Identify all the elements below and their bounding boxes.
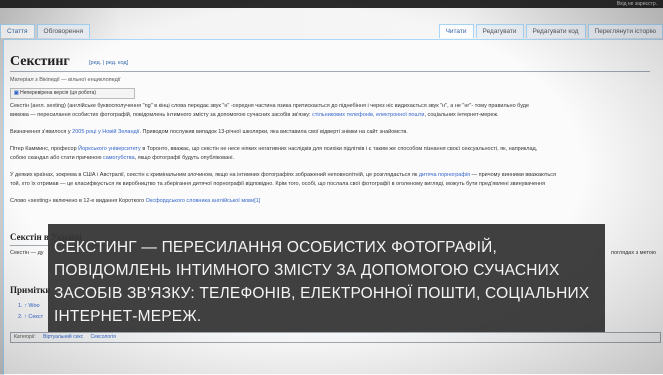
link-oxford-dictionary[interactable]: Оксфордського словника англійської мови [146,198,255,204]
cummins-line-1: Пітер Камминс, професор Йоркського уніве… [10,145,663,154]
page-title: Секстинг [10,54,70,69]
personal-toolbar: Вхід не зареєстр. [0,0,663,8]
origin-text-b: . Приводом послужив випадок 13-річної шк… [139,129,408,135]
site-subtitle: Матеріал з Вікіпедії — вільної енциклопе… [10,77,121,83]
tab-edit-source[interactable]: Редагувати код [525,24,586,38]
tab-edit[interactable]: Редагувати [475,24,524,38]
tab-history[interactable]: Переглянути історію [587,24,663,38]
categories-label: Категорії: [14,334,36,340]
legal-text: У деяких країнах, зокрема в США і Австра… [10,172,419,178]
category-link-virtual-sex[interactable]: Віртуальний секс [43,334,83,340]
legal-line-1: У деяких країнах, зокрема в США і Австра… [10,171,663,180]
link-suicide[interactable]: самогубства [103,155,135,161]
view-tabs: Читати Редагувати Редагувати код Перегля… [437,24,663,38]
title-divider [10,71,650,72]
origin-text: Визначення з'явилося у [10,129,73,135]
link-york-university[interactable]: Йоркського університету [78,146,141,152]
link-2005-nz[interactable]: 2005 році у Новій Зеландії [72,129,139,135]
intro-text-b: — пересилання особистих фотографій, пові… [30,111,313,118]
paragraph-intro: Секстін (англ. sexting) (англійське букв… [10,102,663,119]
legal-text-b: — причому винними вважаються [470,172,557,178]
tab-article[interactable]: Стаття [0,24,35,38]
tab-discussion[interactable]: Обговорення [36,24,91,38]
intro-line-2: вимова — пересилання особистих фотографі… [10,111,663,120]
intro-line-1: Секстін (англ. sexting) (англійське букв… [10,103,530,109]
login-link[interactable]: Вхід не зареєстр. [617,0,657,8]
ukraine-text-b: — ду [30,250,44,256]
section-heading-notes: Примітки [10,285,51,295]
cummins-text-b: в Торонто, вважає, що секстін не несе ні… [140,146,538,152]
ukraine-text-right: поглядах з метою [610,250,656,256]
intro-text: вимова [10,111,31,118]
tab-read[interactable]: Читати [438,24,474,38]
note-item-2[interactable]: 2. ↑ Секст [18,314,43,320]
cummins-line-2: собою скандал або стати причиною самогуб… [10,154,663,163]
caption-text: Секстинг — пересилання особистих фотогра… [54,239,590,325]
cummins-text-d: , якщо фотографії будуть опубліковані. [134,154,235,161]
paragraph-cummins: Пітер Камминс, професор Йоркського уніве… [10,145,663,162]
paragraph-oxford: Слово «sexting» включено в 12-е видання … [10,197,663,206]
intro-text-c: , соціальних інтернет-мереж. [424,111,499,118]
cummins-text-c: собою скандал або стати причиною [10,154,103,161]
ukraine-text-a: Секстін [10,250,30,256]
review-status-box[interactable]: ▣ Неперевірена версія (ця робота) [10,88,135,99]
ukraine-text: Секстін — ду [10,250,44,256]
category-link-sexology[interactable]: Сексологія [91,334,116,340]
categories-box: Категорії: Віртуальний секс Сексологія [10,332,661,343]
review-status-label: Неперевірена версія (ця робота) [20,90,97,96]
legal-line-2: той, хто їх отримав — це класифікується … [10,180,546,187]
title-edit-link[interactable]: [ред. | ред. код] [89,60,128,66]
reference-1[interactable]: [1] [254,198,260,204]
oxford-text: Слово «sexting» включено в 12-е видання … [10,198,146,204]
link-child-porn[interactable]: дитяча порнографія [419,172,470,178]
paragraph-legal: У деяких країнах, зокрема в США і Австра… [10,171,663,188]
link-phones-email[interactable]: стільникових телефонів, електронної пошт… [312,112,424,118]
namespace-tabs: Стаття Обговорення [0,24,92,38]
review-icon: ▣ [14,90,19,96]
note-item-1[interactable]: 1. ↑ Woo [18,303,40,309]
paragraph-origin: Визначення з'явилося у 2005 році у Новій… [10,128,663,137]
cummins-text: Пітер Камминс, професор [10,146,79,152]
